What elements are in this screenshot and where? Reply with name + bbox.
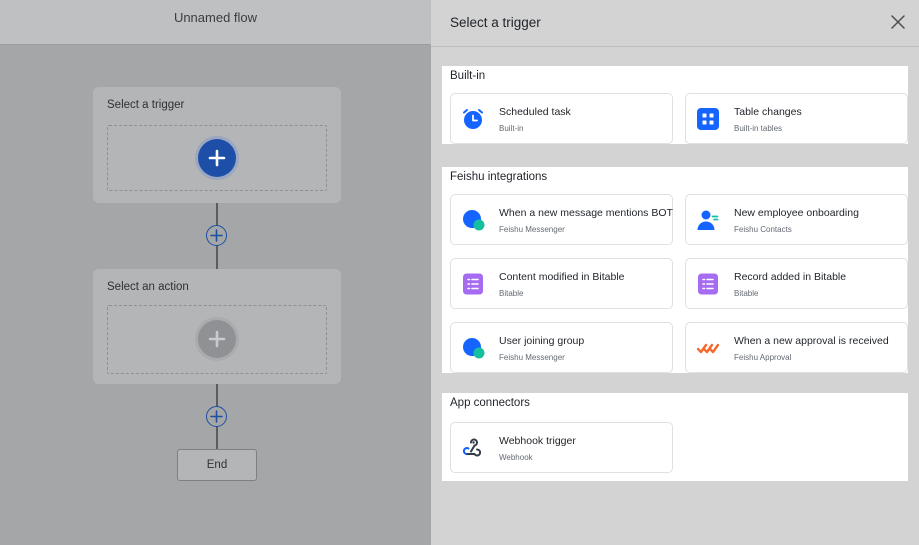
action-drop-zone[interactable] — [107, 305, 327, 374]
section-title: App connectors — [450, 397, 530, 409]
flow-title[interactable]: Unnamed flow — [174, 10, 257, 25]
card-title: Table changes — [734, 106, 802, 118]
section-title: Feishu integrations — [450, 171, 548, 183]
card-subtitle: Bitable — [499, 289, 524, 298]
trigger-card-user-joining-group[interactable]: User joining group Feishu Messenger — [450, 322, 673, 373]
bitable-icon — [696, 272, 720, 296]
trigger-card-message-mentions-bot[interactable]: When a new message mentions BOT Feishu M… — [450, 194, 673, 245]
trigger-card-record-added-bitable[interactable]: Record added in Bitable Bitable — [685, 258, 908, 309]
alarm-clock-icon — [461, 107, 485, 131]
messenger-icon — [461, 336, 485, 360]
action-node-label: Select an action — [107, 281, 189, 293]
card-title: When a new approval is received — [734, 335, 889, 347]
card-subtitle: Feishu Messenger — [499, 225, 565, 234]
section-app-connectors: App connectors Webhook trigger Webhook — [442, 393, 908, 481]
insert-step-button[interactable] — [206, 406, 227, 427]
bitable-icon — [461, 272, 485, 296]
trigger-drop-zone[interactable] — [107, 125, 327, 191]
card-title: User joining group — [499, 335, 585, 347]
add-trigger-button[interactable] — [198, 139, 236, 177]
insert-step-button[interactable] — [206, 225, 227, 246]
trigger-node[interactable]: Select a trigger — [93, 87, 341, 203]
card-subtitle: Built-in tables — [734, 124, 783, 133]
trigger-card-new-employee-onboarding[interactable]: New employee onboarding Feishu Contacts — [685, 194, 908, 245]
end-node[interactable]: End — [177, 449, 257, 481]
trigger-card-webhook[interactable]: Webhook trigger Webhook — [450, 422, 673, 473]
section-feishu-integrations: Feishu integrations When a new message m… — [442, 167, 908, 373]
card-subtitle: Built-in — [499, 124, 524, 133]
card-subtitle: Webhook — [499, 453, 533, 462]
card-title: Content modified in Bitable — [499, 271, 625, 283]
card-subtitle: Feishu Messenger — [499, 353, 565, 362]
action-node[interactable]: Select an action — [93, 269, 341, 384]
trigger-card-table-changes[interactable]: Table changes Built-in tables — [685, 93, 908, 144]
card-title: Record added in Bitable — [734, 271, 847, 283]
card-title: Webhook trigger — [499, 435, 576, 447]
plus-icon — [210, 409, 223, 423]
trigger-node-label: Select a trigger — [107, 99, 185, 111]
grid-icon — [696, 107, 720, 131]
section-built-in: Built-in Scheduled task Built-in Table c… — [442, 66, 908, 144]
close-icon[interactable] — [889, 13, 907, 31]
trigger-drawer: Select a trigger Built-in Scheduled task… — [431, 0, 919, 545]
card-title: Scheduled task — [499, 106, 571, 118]
drawer-title: Select a trigger — [450, 15, 541, 30]
plus-icon — [208, 149, 226, 167]
card-subtitle: Bitable — [734, 289, 759, 298]
card-title: When a new message mentions BOT — [499, 207, 673, 219]
card-subtitle: Feishu Contacts — [734, 225, 792, 234]
trigger-card-new-approval[interactable]: When a new approval is received Feishu A… — [685, 322, 908, 373]
plus-icon — [210, 228, 223, 242]
card-title: New employee onboarding — [734, 207, 859, 219]
messenger-icon — [461, 208, 485, 232]
trigger-card-scheduled-task[interactable]: Scheduled task Built-in — [450, 93, 673, 144]
webhook-icon — [461, 436, 485, 460]
contacts-icon — [696, 208, 720, 232]
section-title: Built-in — [450, 70, 486, 82]
drawer-header: Select a trigger — [431, 0, 919, 47]
flow-canvas: Unnamed flow Select a trigger Select an … — [0, 0, 431, 545]
approval-icon — [696, 336, 720, 360]
card-subtitle: Feishu Approval — [734, 353, 792, 362]
plus-icon — [208, 330, 226, 348]
trigger-card-content-modified-bitable[interactable]: Content modified in Bitable Bitable — [450, 258, 673, 309]
canvas-header: Unnamed flow — [0, 0, 431, 45]
add-action-button[interactable] — [198, 320, 236, 358]
